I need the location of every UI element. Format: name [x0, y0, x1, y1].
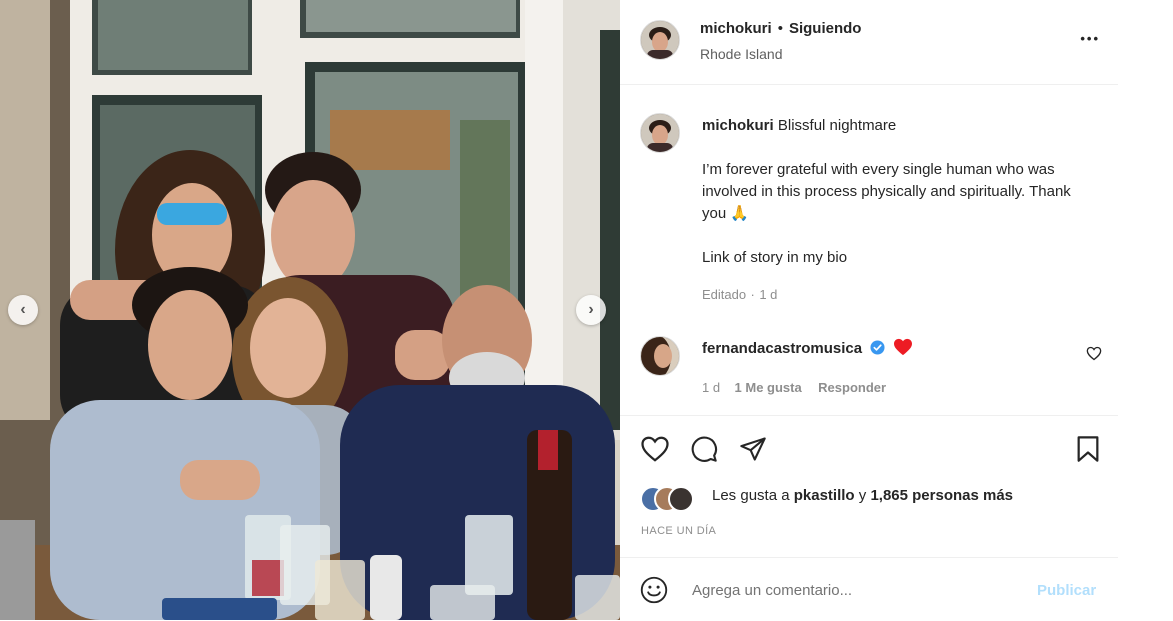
save-button[interactable]	[1075, 435, 1101, 468]
caption-username[interactable]: michokuri	[702, 117, 774, 134]
commenter-username[interactable]: fernandacastromusica	[702, 340, 862, 357]
likes-connector: y	[858, 487, 867, 504]
post-details-panel: michokuri • Siguiendo Rhode Island ••• mic…	[620, 0, 1118, 620]
caption-title: Blissful nightmare	[777, 117, 897, 134]
post-actions: Les gusta a pkastillo y 1,865 personas m…	[620, 415, 1118, 537]
like-button[interactable]	[640, 435, 670, 468]
liker-avatar	[668, 486, 694, 512]
paper-plane-icon	[740, 437, 766, 461]
caption-author-avatar[interactable]	[640, 113, 680, 153]
family-photo	[0, 0, 620, 620]
post-location[interactable]: Rhode Island	[700, 46, 783, 62]
liker-username[interactable]: pkastillo	[794, 487, 855, 504]
comment-heart-icon	[893, 338, 913, 361]
comment-button[interactable]	[690, 435, 718, 468]
chevron-left-icon: ‹	[20, 301, 26, 318]
comment-age: 1 d	[702, 380, 721, 395]
edited-label: Editado	[702, 287, 747, 302]
likes-count[interactable]: 1,865 personas más	[870, 487, 1013, 504]
post-photo[interactable]: ‹ ›	[0, 0, 620, 620]
post-header: michokuri • Siguiendo Rhode Island •••	[620, 0, 1118, 85]
comment: fernandacastromusica ❤️	[702, 338, 913, 361]
page-background	[1118, 0, 1173, 620]
likes-prefix: Les gusta a	[712, 487, 790, 504]
separator-dot: •	[777, 20, 783, 37]
comment-likes-link[interactable]: 1 Me gusta	[735, 380, 802, 395]
next-photo-button[interactable]: ›	[576, 295, 606, 325]
caption: michokuri Blissful nightmare I’m forever…	[702, 115, 1097, 304]
meta-separator: ·	[750, 287, 755, 302]
like-comment-button[interactable]	[1086, 346, 1102, 366]
author-avatar-image	[641, 21, 679, 59]
caption-avatar-image	[641, 114, 679, 152]
caption-bio-line: Link of story in my bio	[702, 249, 848, 266]
post-time[interactable]: HACE UN DÍA	[641, 525, 716, 537]
publish-button[interactable]: Publicar	[1037, 582, 1096, 599]
caption-paragraph: I’m forever grateful with every single h…	[702, 161, 1071, 222]
previous-photo-button[interactable]: ‹	[8, 295, 38, 325]
more-options-button[interactable]: •••	[1080, 26, 1100, 49]
comment-input[interactable]	[690, 577, 1024, 603]
bookmark-icon	[1077, 436, 1099, 462]
reply-button[interactable]: Responder	[818, 380, 886, 395]
comment-box: Publicar	[620, 557, 1118, 621]
author-avatar[interactable]	[640, 20, 680, 60]
comment-bubble-icon	[691, 436, 717, 462]
heart-icon	[641, 436, 669, 462]
author-username[interactable]: michokuri	[700, 20, 772, 37]
chevron-right-icon: ›	[588, 301, 594, 318]
heart-outline-icon	[1086, 346, 1102, 361]
more-horizontal-icon: •••	[1080, 31, 1100, 46]
commenter-avatar-image	[641, 337, 679, 375]
emoji-icon	[640, 576, 668, 604]
share-button[interactable]	[739, 435, 767, 468]
commenter-avatar[interactable]	[640, 336, 680, 376]
following-button[interactable]: Siguiendo	[789, 20, 862, 37]
caption-age: 1 d	[759, 287, 778, 302]
emoji-button[interactable]	[640, 576, 668, 609]
likes-summary[interactable]: Les gusta a pkastillo y 1,865 personas m…	[712, 487, 1013, 504]
verified-badge-icon	[870, 340, 885, 360]
